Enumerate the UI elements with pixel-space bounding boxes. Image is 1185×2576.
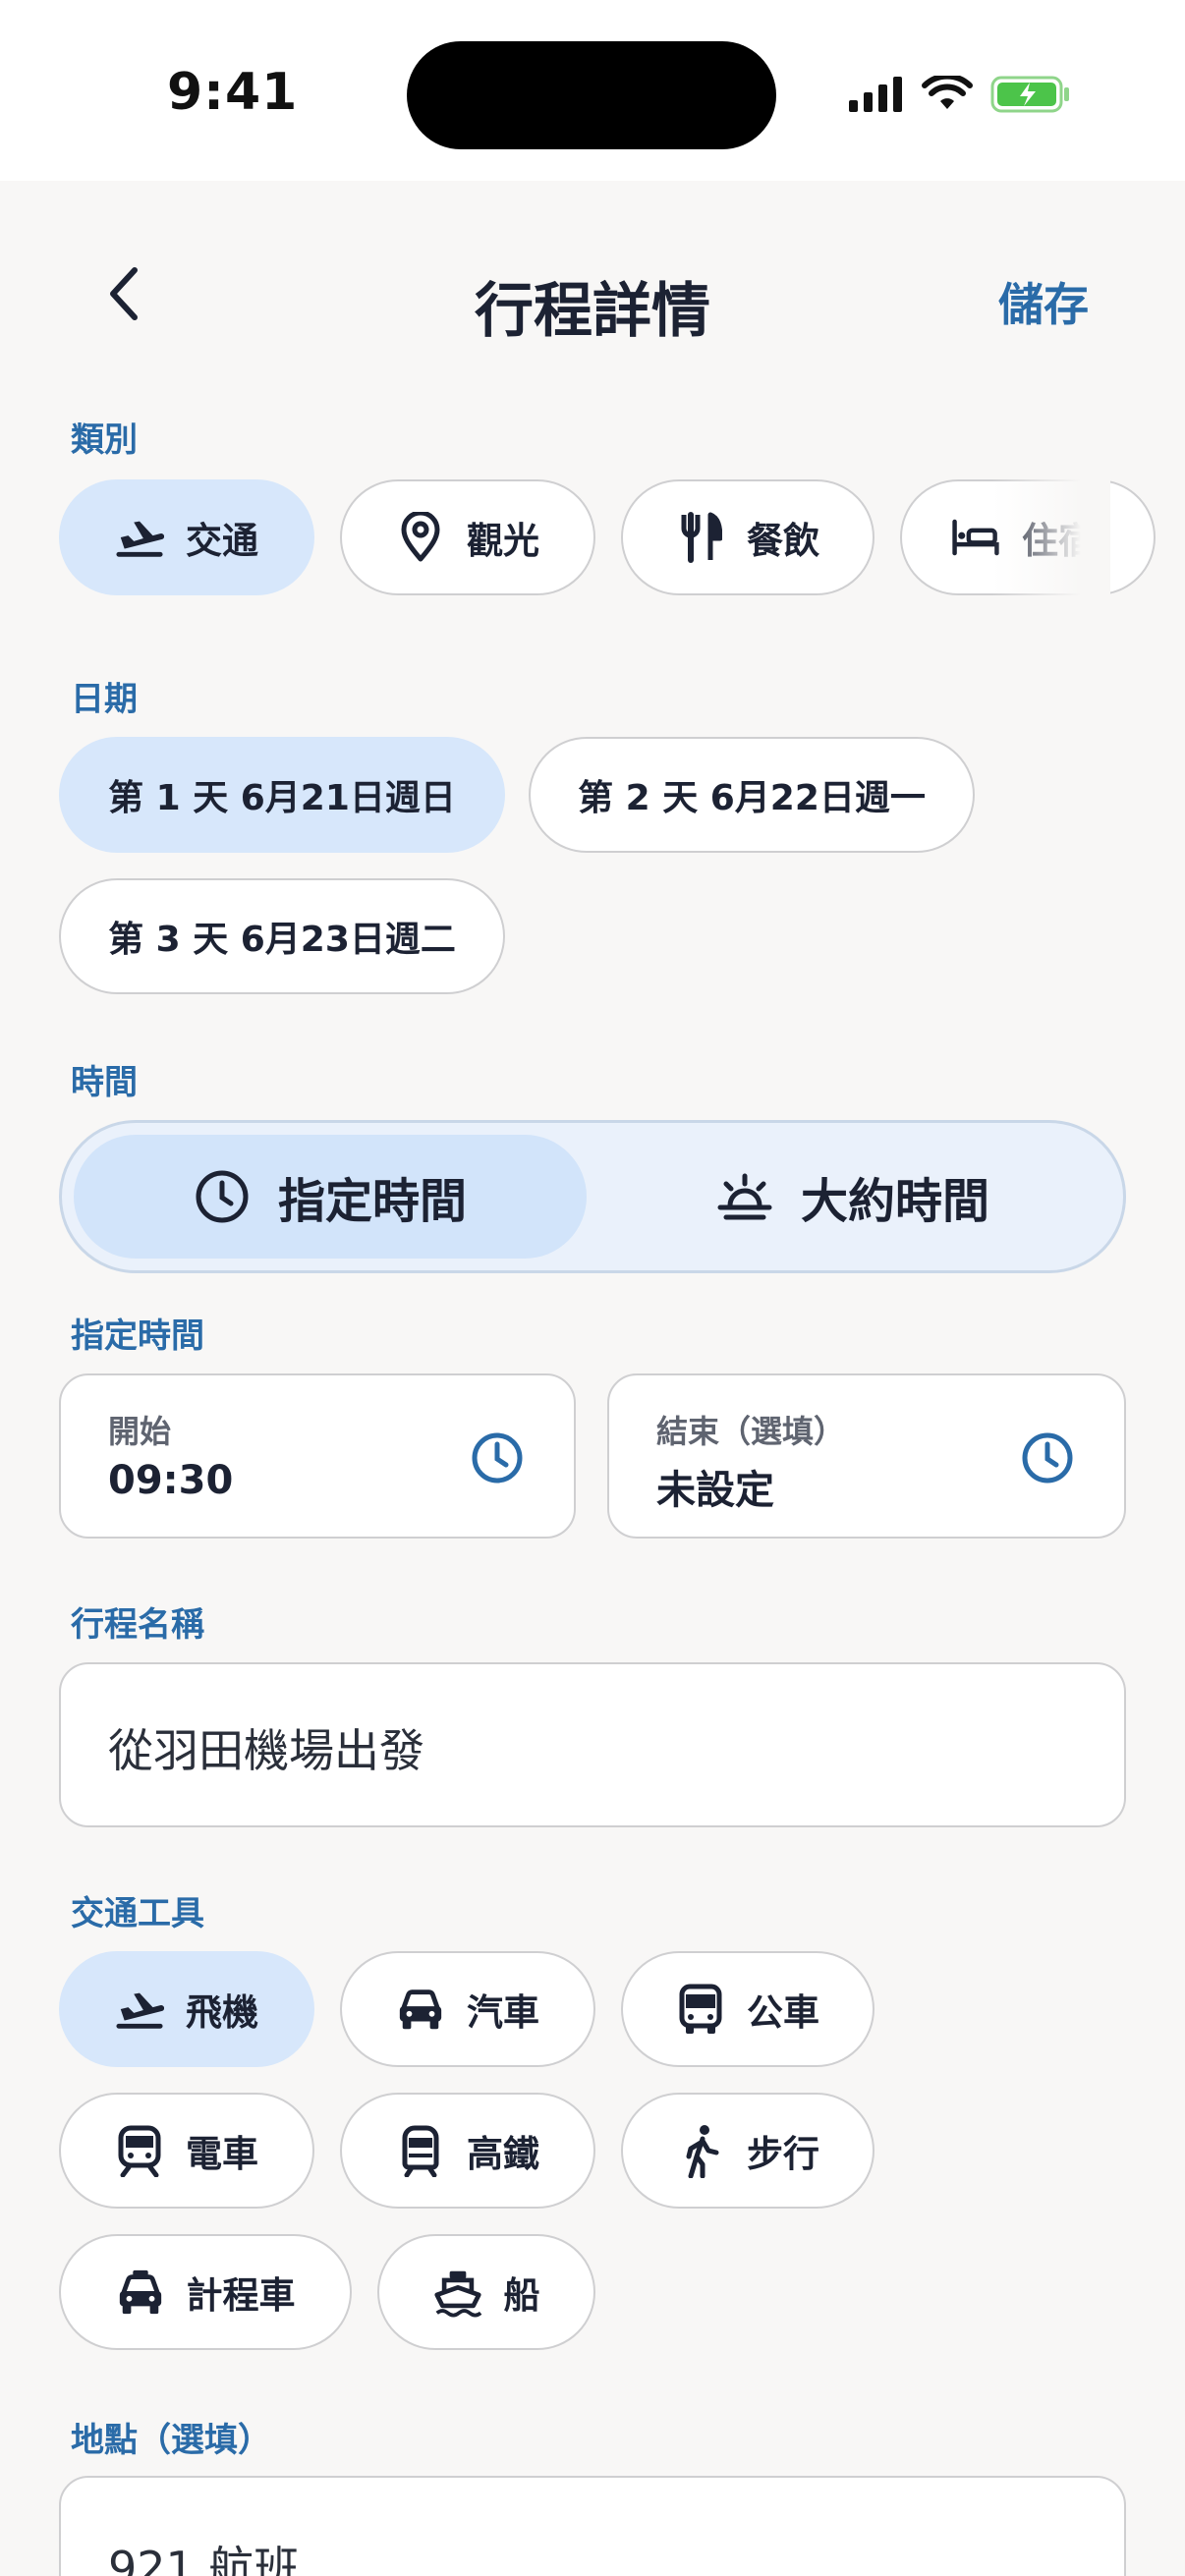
date-label: 日期: [71, 680, 138, 719]
date-chip-label: 第 2 天 6月22日週一: [578, 778, 926, 818]
date-chip-label: 第 1 天 6月21日週日: [108, 778, 456, 818]
category-chip-transport[interactable]: 交通: [59, 479, 314, 595]
sunrise-icon: [717, 1173, 772, 1220]
location-input[interactable]: 921 航班: [59, 2476, 1126, 2576]
car-icon: [396, 1985, 445, 2034]
transport-chip-ship[interactable]: 船: [377, 2234, 595, 2350]
battery-icon: [990, 76, 1069, 113]
signal-icon: [849, 77, 902, 112]
category-chip-sightseeing[interactable]: 觀光: [340, 479, 595, 595]
airplane-icon: [115, 513, 164, 562]
end-time-value: 未設定: [656, 1468, 774, 1513]
scroll-fade: [992, 479, 1110, 597]
clock-icon: [1022, 1432, 1073, 1484]
transport-chip-airplane[interactable]: 飛機: [59, 1951, 314, 2067]
date-chip-day-2[interactable]: 第 2 天 6月22日週一: [529, 737, 975, 853]
transport-label: 交通工具: [71, 1894, 204, 1933]
transport-chip-label: 步行: [747, 2133, 819, 2175]
date-chip-label: 第 3 天 6月23日週二: [108, 920, 456, 960]
status-icons: [847, 71, 1071, 118]
nav-bar: 行程詳情 儲存: [0, 226, 1185, 364]
transport-chip-car[interactable]: 汽車: [340, 1951, 595, 2067]
status-time: 9:41: [167, 63, 299, 122]
start-time-caption: 開始: [108, 1413, 172, 1450]
transport-chip-high-speed-rail[interactable]: 高鐵: [340, 2093, 595, 2209]
status-bar: 9:41: [0, 0, 1185, 181]
category-chip-dining[interactable]: 餐飲: [621, 479, 875, 595]
category-chip-label: 餐飲: [747, 520, 819, 562]
wifi-icon: [922, 76, 973, 109]
time-label: 時間: [71, 1063, 138, 1102]
transport-chip-label: 計程車: [186, 2274, 296, 2317]
category-chip-label: 觀光: [467, 520, 539, 562]
category-label: 類別: [71, 420, 138, 460]
time-mode-segmented-control: 指定時間 大約時間: [59, 1120, 1126, 1273]
transport-chip-label: 電車: [186, 2133, 258, 2175]
walking-icon: [676, 2125, 725, 2178]
transport-chip-train[interactable]: 電車: [59, 2093, 314, 2209]
start-time-field[interactable]: 開始 09:30: [59, 1373, 576, 1539]
itinerary-name-input[interactable]: 從羽田機場出發: [59, 1662, 1126, 1827]
itinerary-name-value: 從羽田機場出發: [108, 1724, 424, 1777]
transport-chip-label: 船: [503, 2274, 540, 2317]
bus-icon: [676, 1984, 725, 2034]
time-mode-label: 指定時間: [277, 1174, 467, 1229]
specific-time-label: 指定時間: [71, 1316, 204, 1356]
transport-chip-label: 汽車: [467, 1991, 539, 2034]
clock-icon: [196, 1170, 249, 1223]
transport-chip-label: 高鐵: [467, 2133, 539, 2175]
transport-chip-walking[interactable]: 步行: [621, 2093, 875, 2209]
itinerary-name-label: 行程名稱: [71, 1605, 204, 1645]
transport-chip-label: 公車: [747, 1991, 819, 2034]
date-chip-day-1[interactable]: 第 1 天 6月21日週日: [59, 737, 505, 853]
transport-chip-taxi[interactable]: 計程車: [59, 2234, 352, 2350]
time-mode-specific[interactable]: 指定時間: [74, 1135, 587, 1259]
dynamic-island: [407, 41, 776, 149]
train-icon: [115, 2125, 164, 2177]
transport-chip-label: 飛機: [186, 1991, 258, 2034]
airplane-icon: [115, 1985, 164, 2034]
date-chip-day-3[interactable]: 第 3 天 6月23日週二: [59, 878, 505, 994]
end-time-field[interactable]: 結束（選填） 未設定: [607, 1373, 1126, 1539]
end-time-caption: 結束（選填）: [656, 1413, 846, 1450]
category-chip-label: 交通: [186, 520, 258, 562]
ship-icon: [433, 2268, 482, 2318]
clock-icon: [472, 1432, 523, 1484]
time-mode-approximate[interactable]: 大約時間: [592, 1135, 1113, 1259]
high-speed-rail-icon: [396, 2125, 445, 2177]
fork-knife-icon: [676, 512, 725, 563]
map-pin-icon: [396, 512, 445, 562]
save-button[interactable]: 儲存: [998, 269, 1089, 334]
transport-chip-bus[interactable]: 公車: [621, 1951, 875, 2067]
start-time-value: 09:30: [108, 1458, 234, 1503]
time-mode-label: 大約時間: [800, 1174, 989, 1229]
location-label: 地點（選填）: [71, 2421, 271, 2460]
taxi-icon: [116, 2268, 165, 2317]
location-value: 921 航班: [108, 2542, 300, 2576]
